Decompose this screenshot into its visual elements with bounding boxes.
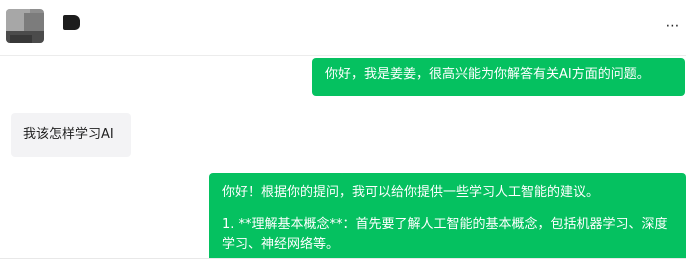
avatar-block: [10, 35, 32, 43]
assistant-message: 你好！根据你的提问，我可以给你提供一些学习人工智能的建议。 1. **理解基本概…: [209, 173, 686, 259]
message-paragraph: 1. **理解基本概念**：首先要了解人工智能的基本概念，包括机器学习、深度学习…: [222, 217, 668, 252]
message-text: 你好，我是姜姜，很高兴能为你解答有关AI方面的问题。: [325, 67, 650, 82]
user-message: 我该怎样学习AI: [11, 113, 131, 157]
message-paragraph: 你好！根据你的提问，我可以给你提供一些学习人工智能的建议。: [222, 185, 600, 200]
avatar-block: [24, 13, 44, 31]
chat-header: ⋯: [0, 0, 686, 56]
contact-name-redacted: [63, 15, 80, 30]
contact-avatar[interactable]: [6, 9, 44, 43]
assistant-message: 你好，我是姜姜，很高兴能为你解答有关AI方面的问题。: [312, 58, 685, 96]
message-text: 我该怎样学习AI: [23, 127, 114, 142]
more-icon: ⋯: [665, 18, 681, 34]
chat-window: ⋯ 你好，我是姜姜，很高兴能为你解答有关AI方面的问题。 我该怎样学习AI 你好…: [0, 0, 686, 259]
more-options-button[interactable]: ⋯: [662, 16, 684, 36]
